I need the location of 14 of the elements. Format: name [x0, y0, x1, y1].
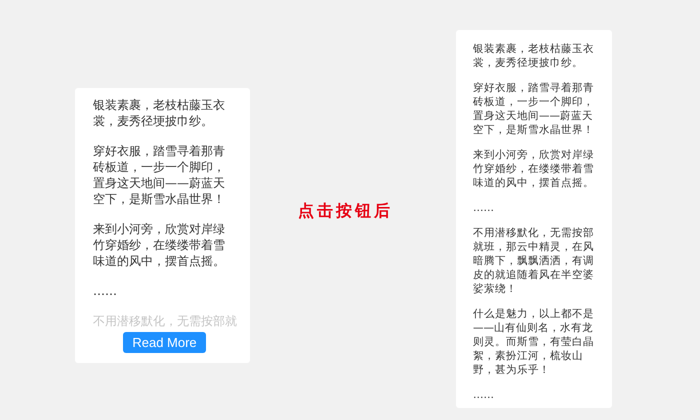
paragraph-text: 穿好衣服，踏雪寻着那青砖板道，一步一个脚印，置身这天地间——蔚蓝天空下，是斯雪水晶世界！ [93, 143, 226, 207]
caption-text: 点击按钮后 [298, 201, 394, 222]
faded-text: 不用潜移默化，无需按部就 [93, 313, 238, 330]
paragraph-text: …… [473, 201, 495, 215]
paragraph-text: 银装素裹，老枝枯藤玉衣裳，麦秀径埂披巾纱。 [93, 97, 226, 129]
paragraph-text: 来到小河旁，欣赏对岸绿竹穿婚纱，在缕缕带着雪味道的风中，摆首点摇。 [473, 148, 595, 190]
paragraph-text: …… [93, 283, 118, 299]
paragraph-text: 来到小河旁，欣赏对岸绿竹穿婚纱，在缕缕带着雪味道的风中，摆首点摇。 [93, 221, 226, 269]
paragraph-text: 什么是魅力，以上都不是——山有仙则名，水有龙则灵。而斯雪，有莹白晶絮，素扮江河，梳妆山野，甚为乐乎！ [473, 307, 595, 377]
read-more-button[interactable]: Read More [123, 332, 206, 353]
paragraph-text: 穿好衣服，踏雪寻着那青砖板道，一步一个脚印，置身这天地间——蔚蓝天空下，是斯雪水晶世界！ [473, 81, 595, 137]
paragraph-text: 银装素裹，老枝枯藤玉衣裳，麦秀径埂披巾纱。 [473, 42, 595, 70]
paragraph-text: 不用潜移默化，无需按部就班，那云中精灵，在风暗腾下，飘飘洒洒，有调皮的就追随着风在半空婆娑萦绕！ [473, 226, 595, 296]
paragraph-text: …… [473, 388, 495, 402]
